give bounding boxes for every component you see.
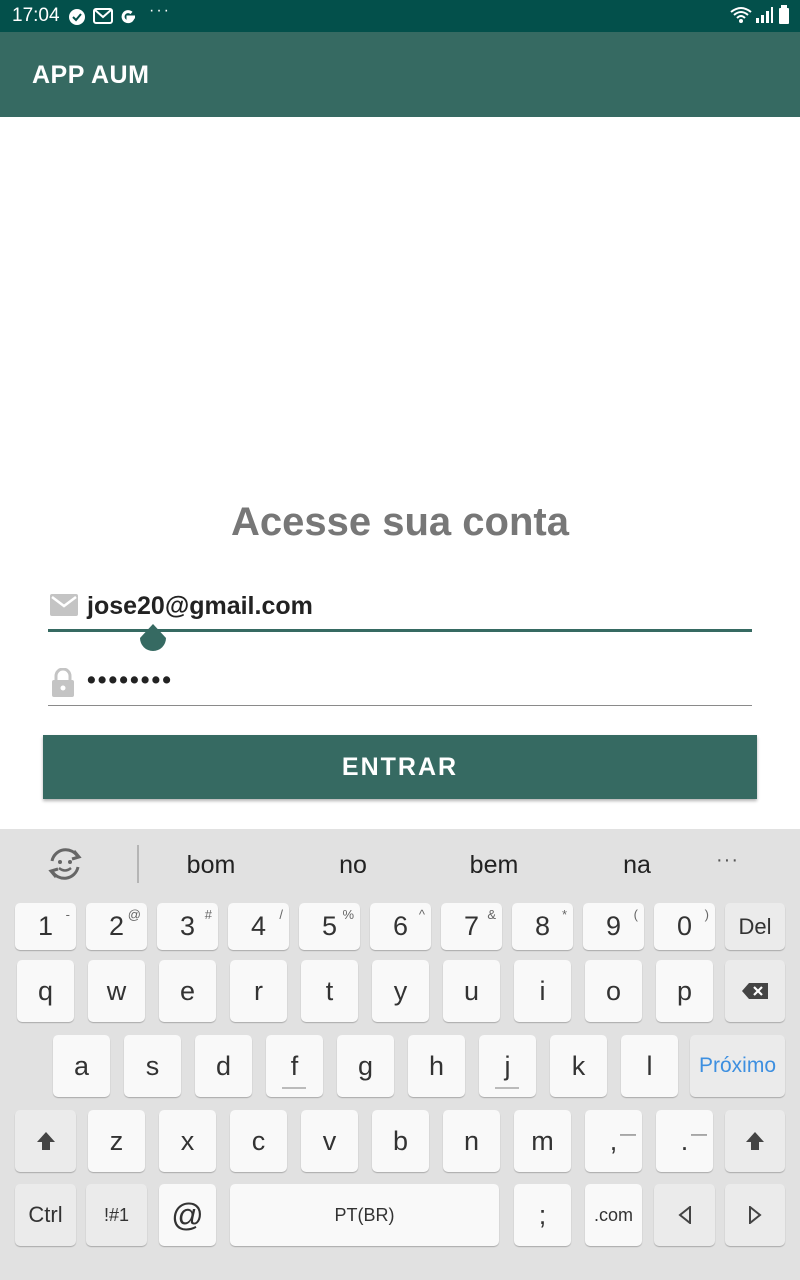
key-q[interactable]: q (17, 960, 74, 1022)
text-cursor-handle[interactable] (139, 624, 167, 658)
status-bar: 17:04 ··· (0, 0, 800, 32)
semicolon-key[interactable]: ; (514, 1184, 571, 1246)
symbols-key[interactable]: !#1 (86, 1184, 147, 1246)
app-screen: 17:04 ··· APP AUM Acesse sua conta jose2… (0, 0, 800, 1280)
signal-icon (756, 7, 773, 23)
key-n[interactable]: n (443, 1110, 500, 1172)
google-icon (121, 10, 136, 24)
suggestion-divider (137, 845, 139, 883)
lock-icon (52, 668, 74, 697)
suggestion-2[interactable]: no (293, 851, 413, 880)
key-r[interactable]: r (230, 960, 287, 1022)
key-z[interactable]: z (88, 1110, 145, 1172)
key-0[interactable]: 0) (654, 903, 715, 950)
gmail-icon (93, 8, 113, 24)
key-3[interactable]: 3 # (157, 903, 218, 950)
onscreen-keyboard: bom no bem na ··· 1- 2 @ 3 # 4/ 5% 6 ^ 7 & 8… (0, 829, 800, 1280)
key-9[interactable]: 9( (583, 903, 644, 950)
key-t[interactable]: t (301, 960, 358, 1022)
key-f[interactable]: f (266, 1035, 323, 1097)
page-title: Acesse sua conta (231, 500, 569, 544)
email-icon (50, 594, 78, 616)
more-suggestions-icon[interactable]: ··· (716, 849, 739, 872)
app-title: APP AUM (32, 61, 150, 89)
suggestion-3[interactable]: bem (434, 851, 554, 880)
key-1[interactable]: 1- (15, 903, 76, 950)
key-comma[interactable]: , — (585, 1110, 642, 1172)
arrow-right-icon (749, 1204, 762, 1226)
key-s[interactable]: s (124, 1035, 181, 1097)
key-h[interactable]: h (408, 1035, 465, 1097)
key-7[interactable]: 7 & (441, 903, 502, 950)
key-p[interactable]: p (656, 960, 713, 1022)
key-y[interactable]: y (372, 960, 429, 1022)
dotcom-key[interactable]: .com (585, 1184, 642, 1246)
status-time: 17:04 (12, 5, 60, 26)
shift-icon (36, 1132, 55, 1150)
battery-icon (779, 5, 789, 24)
cursor-right-key[interactable] (725, 1184, 785, 1246)
key-w[interactable]: w (88, 960, 145, 1022)
arrow-left-icon (677, 1204, 691, 1226)
key-6[interactable]: 6 ^ (370, 903, 431, 950)
app-bar: APP AUM (0, 32, 800, 117)
key-e[interactable]: e (159, 960, 216, 1022)
check-circle-icon (69, 9, 85, 25)
key-2[interactable]: 2 @ (86, 903, 147, 950)
suggestion-4[interactable]: na (577, 851, 697, 880)
key-m[interactable]: m (514, 1110, 571, 1172)
shift-key-right[interactable] (725, 1110, 785, 1172)
key-8[interactable]: 8 * (512, 903, 573, 950)
ctrl-key[interactable]: Ctrl (15, 1184, 76, 1246)
cursor-left-key[interactable] (654, 1184, 715, 1246)
key-o[interactable]: o (585, 960, 642, 1022)
backspace-icon (742, 983, 768, 999)
key-d[interactable]: d (195, 1035, 252, 1097)
key-x[interactable]: x (159, 1110, 216, 1172)
key-4[interactable]: 4/ (228, 903, 289, 950)
shift-key-left[interactable] (15, 1110, 76, 1172)
key-u[interactable]: u (443, 960, 500, 1022)
login-button[interactable]: ENTRAR (43, 735, 757, 799)
shift-icon (746, 1132, 764, 1150)
key-k[interactable]: k (550, 1035, 607, 1097)
next-key[interactable]: Próximo (690, 1035, 785, 1097)
key-period[interactable]: . — (656, 1110, 713, 1172)
key-a[interactable]: a (53, 1035, 110, 1097)
suggestion-bar: bom no bem na ··· (0, 829, 800, 899)
space-key[interactable]: PT(BR) (230, 1184, 499, 1246)
at-key[interactable]: @ (159, 1184, 216, 1246)
more-notifications-icon: ··· (149, 2, 171, 19)
password-field[interactable]: •••••••• (48, 662, 752, 706)
email-value: jose20@gmail.com (87, 592, 313, 620)
key-v[interactable]: v (301, 1110, 358, 1172)
wifi-icon (730, 7, 752, 23)
key-5[interactable]: 5% (299, 903, 360, 950)
key-c[interactable]: c (230, 1110, 287, 1172)
key-b[interactable]: b (372, 1110, 429, 1172)
suggestion-1[interactable]: bom (151, 851, 271, 880)
key-j[interactable]: j (479, 1035, 536, 1097)
backspace-key[interactable] (725, 960, 785, 1022)
delete-key[interactable]: Del (725, 903, 785, 950)
key-i[interactable]: i (514, 960, 571, 1022)
key-l[interactable]: l (621, 1035, 678, 1097)
password-value: •••••••• (87, 666, 174, 694)
emoji-switch-icon[interactable] (44, 843, 86, 885)
key-g[interactable]: g (337, 1035, 394, 1097)
